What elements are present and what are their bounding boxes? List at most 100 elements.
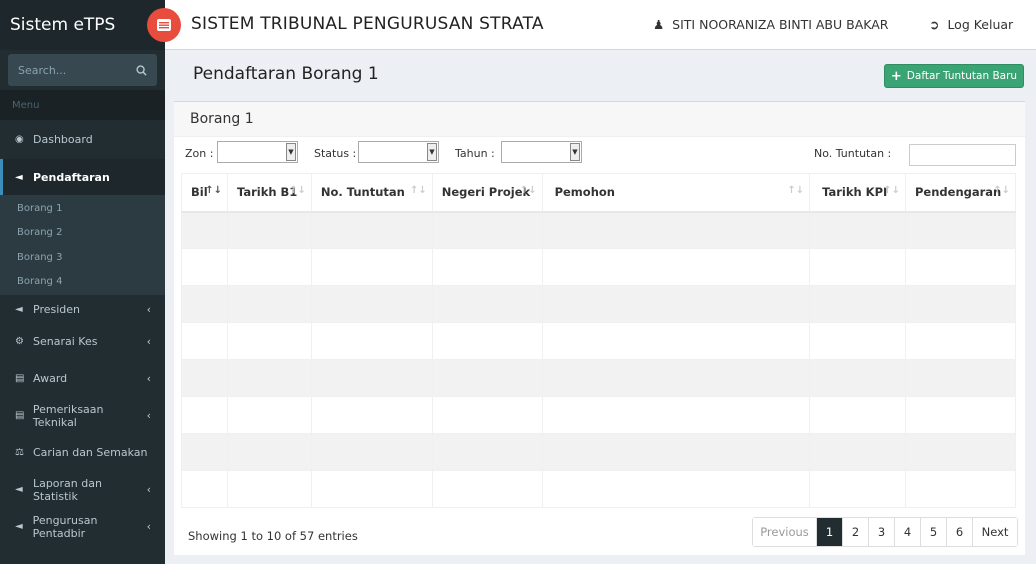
sidebar-item-pendaftaran[interactable]: ◄ Pendaftaran (0, 159, 165, 195)
column-header-pemohon[interactable]: Pemohon ↑↓ (541, 173, 811, 213)
sidebar-item-carian-dan-semakan[interactable]: ⚖ Carian dan Semakan (0, 434, 165, 471)
sidebar-item-pemeriksaan-teknikal[interactable]: ▤ Pemeriksaan Teknikal ‹ (0, 397, 165, 434)
table-cell (905, 248, 1016, 286)
table-row[interactable] (181, 211, 1016, 249)
column-header-tarikh-kpi[interactable]: Tarikh KPI ↑↓ (809, 173, 906, 213)
sidebar-item-laporan-dan-statistik[interactable]: ◄ Laporan dan Statistik ‹ (0, 471, 165, 508)
bullhorn-icon: ◄ (15, 484, 23, 495)
table-cell (310, 248, 433, 286)
chevron-left-icon: ‹ (146, 483, 151, 496)
table-cell (181, 248, 228, 286)
sort-icon: ↑↓ (289, 185, 306, 196)
add-claim-button[interactable]: + Daftar Tuntutan Baru (884, 64, 1024, 88)
pagination-page-3[interactable]: 3 (869, 518, 895, 546)
table-row[interactable] (181, 248, 1016, 286)
chevron-left-icon: ‹ (146, 409, 151, 422)
sidebar-item-label: Carian dan Semakan (33, 446, 148, 459)
table-cell (809, 211, 906, 249)
table-cell (226, 470, 312, 508)
cogs-icon: ⚙ (15, 336, 24, 347)
table-cell (181, 470, 228, 508)
pagination-page-6[interactable]: 6 (947, 518, 973, 546)
bullhorn-icon: ◄ (15, 171, 23, 183)
menu-toggle-icon (157, 19, 171, 31)
table-cell (541, 322, 811, 360)
pagination-page-2[interactable]: 2 (843, 518, 869, 546)
status-label: Status : (314, 147, 357, 160)
logout-link[interactable]: ➲ Log Keluar (929, 17, 1013, 32)
table-cell (226, 211, 312, 249)
dropdown-arrow-icon: ▼ (570, 143, 580, 161)
dropdown-arrow-icon: ▼ (427, 143, 437, 161)
table-cell (905, 211, 1016, 249)
column-header-no-tuntutan[interactable]: No. Tuntutan ↑↓ (310, 173, 433, 213)
table-cell (905, 433, 1016, 471)
brand-logo[interactable]: Sistem eTPS (0, 0, 165, 50)
tahun-select[interactable]: ▼ (501, 141, 582, 163)
app-title: SISTEM TRIBUNAL PENGURUSAN STRATA (191, 14, 544, 34)
sidebar-item-award[interactable]: ▤ Award ‹ (0, 360, 165, 397)
table-cell (310, 396, 433, 434)
table-body (181, 211, 1016, 508)
table-row[interactable] (181, 322, 1016, 360)
column-header-negeri-projek[interactable]: Negeri Projek ↑↓ (431, 173, 543, 213)
sidebar-item-label: Presiden (33, 302, 80, 316)
zon-select[interactable]: ▼ (217, 141, 298, 163)
table-cell (181, 433, 228, 471)
table-cell (226, 285, 312, 323)
table-cell (905, 359, 1016, 397)
table-cell (431, 211, 543, 249)
sidebar-toggle-button[interactable] (147, 8, 181, 42)
table-row[interactable] (181, 433, 1016, 471)
sidebar-item-label: Pengurusan Pentadbir (32, 513, 98, 540)
no-tuntutan-input[interactable] (909, 144, 1016, 166)
sidebar-item-label: Pemeriksaan Teknikal (32, 402, 104, 429)
submenu-item-borang-3[interactable]: Borang 3 (0, 245, 165, 270)
table-cell (905, 285, 1016, 323)
table-cell (431, 285, 543, 323)
pagination-next-button[interactable]: Next (973, 518, 1017, 546)
dropdown-arrow-icon: ▼ (286, 143, 296, 161)
column-header-tarikh-b1[interactable]: Tarikh B1 ↑↓ (226, 173, 312, 213)
pagination-page-4[interactable]: 4 (895, 518, 921, 546)
table-row[interactable] (181, 396, 1016, 434)
search-input[interactable] (18, 63, 128, 77)
table-cell (181, 285, 228, 323)
sort-icon: ↑↓ (993, 185, 1010, 196)
table-row[interactable] (181, 470, 1016, 508)
search-icon[interactable] (136, 64, 147, 76)
user-menu[interactable]: ♟ SITI NOORANIZA BINTI ABU BAKAR (653, 17, 888, 32)
search-box (8, 54, 157, 86)
sidebar-item-dashboard[interactable]: ◉ Dashboard (0, 120, 165, 159)
column-header-bil[interactable]: Bil ↑↓ (181, 173, 228, 213)
add-claim-label: Daftar Tuntutan Baru (906, 70, 1018, 82)
pagination-previous-button[interactable]: Previous (753, 518, 817, 546)
plus-icon: + (890, 68, 902, 84)
table-cell (809, 359, 906, 397)
table-row[interactable] (181, 285, 1016, 323)
status-select[interactable]: ▼ (358, 141, 439, 163)
table-cell (809, 470, 906, 508)
table-cell (226, 433, 312, 471)
table-cell (809, 285, 906, 323)
bullhorn-icon: ◄ (15, 303, 23, 315)
submenu-item-borang-2[interactable]: Borang 2 (0, 221, 165, 246)
submenu-item-borang-1[interactable]: Borang 1 (0, 196, 165, 221)
sort-icon: ↑↓ (787, 185, 805, 196)
sidebar-item-pengurusan-pentadbir[interactable]: ◄ Pengurusan Pentadbir ‹ (0, 508, 165, 545)
sidebar: Sistem eTPS Menu ◉ Dashboard ◄ Pendaftar… (0, 0, 165, 564)
pagination-page-1[interactable]: 1 (817, 518, 843, 546)
pagination-page-5[interactable]: 5 (921, 518, 947, 546)
column-header-pendengaran[interactable]: Pendengaran ↑↓ (905, 173, 1016, 213)
table-row[interactable] (181, 359, 1016, 397)
bar-chart-icon: ▤ (15, 410, 25, 421)
table-cell (226, 248, 312, 286)
sidebar-item-senarai-kes[interactable]: ⚙ Senarai Kes ‹ (0, 323, 165, 360)
sidebar-item-presiden[interactable]: ◄ Presiden ‹ (0, 295, 165, 323)
claims-table: Bil ↑↓ Tarikh B1 ↑↓ No. Tuntutan ↑↓ Negeri … (181, 173, 1016, 508)
table-cell (226, 396, 312, 434)
submenu-item-borang-4[interactable]: Borang 4 (0, 270, 165, 295)
table-cell (181, 322, 228, 360)
chevron-left-icon: ‹ (146, 520, 151, 533)
bullhorn-icon: ◄ (15, 521, 23, 532)
